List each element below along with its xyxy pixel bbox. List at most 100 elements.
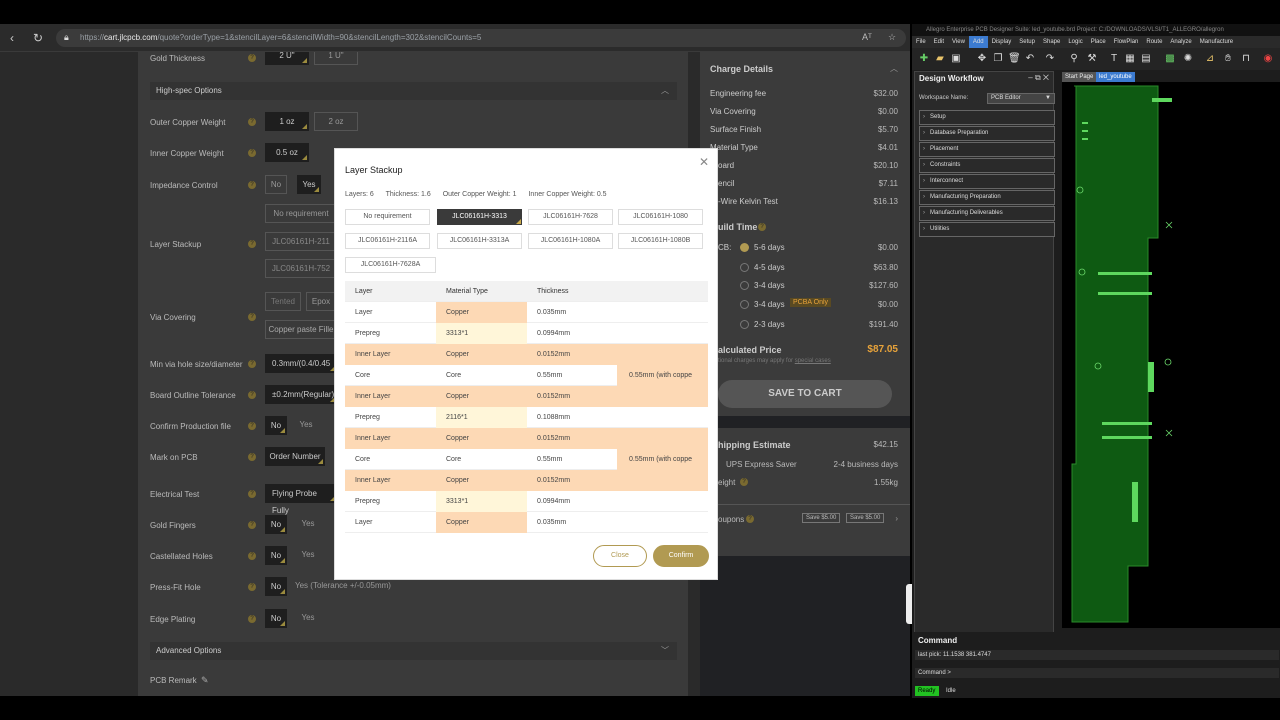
radio[interactable] bbox=[740, 300, 749, 309]
gold-fingers-no[interactable]: No bbox=[265, 515, 287, 534]
workflow-item[interactable]: Interconnect bbox=[919, 174, 1055, 189]
castellated-yes[interactable]: Yes bbox=[295, 546, 321, 565]
radio[interactable] bbox=[740, 263, 749, 272]
route-icon[interactable]: ⚒ bbox=[1086, 53, 1098, 65]
new-icon[interactable]: ✚ bbox=[918, 53, 930, 65]
workflow-item[interactable]: Manufacturing Preparation bbox=[919, 190, 1055, 205]
stackup-option[interactable]: JLC06161H-2116A bbox=[345, 233, 430, 249]
menu-view[interactable]: View bbox=[948, 36, 969, 48]
reader-icon[interactable]: Aᵀ bbox=[862, 32, 872, 42]
menu-route[interactable]: Route bbox=[1142, 36, 1166, 48]
special-cases-link[interactable]: special cases bbox=[795, 358, 831, 364]
menu-edit[interactable]: Edit bbox=[930, 36, 948, 48]
workflow-item[interactable]: Setup bbox=[919, 110, 1055, 125]
workflow-item[interactable]: Utilities bbox=[919, 222, 1055, 237]
stackup-option[interactable]: JLC06161H-1080B bbox=[618, 233, 703, 249]
gear-icon[interactable]: ✺ bbox=[1182, 53, 1194, 65]
move-icon[interactable]: ✥ bbox=[976, 53, 988, 65]
mark-order-number[interactable]: Order Number bbox=[265, 447, 325, 466]
pencil-icon[interactable]: ✎ bbox=[201, 675, 209, 686]
confirm-file-no[interactable]: No bbox=[265, 416, 287, 435]
stackup-option-selected[interactable]: JLC06161H-3313 bbox=[437, 209, 522, 225]
stackup-option[interactable]: JLC06161H-7628 bbox=[528, 209, 613, 225]
back-icon[interactable]: ‹ bbox=[5, 31, 19, 45]
min-via-select[interactable]: 0.3mm/(0.4/0.45 bbox=[265, 354, 337, 373]
copy-icon[interactable]: ❐ bbox=[992, 53, 1004, 65]
press-fit-no[interactable]: No bbox=[265, 577, 287, 596]
help-icon[interactable]: ? bbox=[248, 422, 256, 430]
help-icon[interactable]: ? bbox=[248, 181, 256, 189]
favorite-star-icon[interactable]: ☆ bbox=[888, 32, 896, 43]
delete-icon[interactable]: 🗑︎ bbox=[1008, 53, 1021, 65]
save-icon[interactable]: ▣ bbox=[950, 53, 962, 65]
workflow-item[interactable]: Constraints bbox=[919, 158, 1055, 173]
pi-icon[interactable]: ⊓ bbox=[1240, 53, 1252, 65]
pin-icon[interactable]: ⚲ bbox=[1068, 53, 1080, 65]
help-icon[interactable]: ? bbox=[248, 240, 256, 248]
stackup-value-1[interactable]: JLC06161H-211 bbox=[265, 232, 337, 251]
edge-plating-no[interactable]: No bbox=[265, 609, 287, 628]
coupon-tag[interactable]: Save $5.00 bbox=[802, 513, 841, 523]
undo-icon[interactable]: ↶ bbox=[1024, 53, 1036, 65]
help-icon[interactable]: ? bbox=[248, 118, 256, 126]
text-icon[interactable]: T bbox=[1108, 53, 1120, 65]
workflow-item[interactable]: Manufacturing Deliverables bbox=[919, 206, 1055, 221]
menu-place[interactable]: Place bbox=[1087, 36, 1110, 48]
open-folder-icon[interactable]: ▰ bbox=[934, 53, 946, 65]
help-icon[interactable]: ? bbox=[746, 515, 754, 523]
chevron-up-icon[interactable]: ︿ bbox=[890, 63, 898, 74]
advanced-options-header[interactable]: Advanced Options ﹀ bbox=[150, 642, 677, 660]
stackup-option[interactable]: JLC06161H-3313A bbox=[437, 233, 522, 249]
help-icon[interactable]: ? bbox=[248, 521, 256, 529]
edge-plating-yes[interactable]: Yes bbox=[295, 609, 321, 628]
help-icon[interactable]: ? bbox=[248, 453, 256, 461]
save-to-cart-button[interactable]: SAVE TO CART bbox=[718, 380, 892, 408]
probe-icon[interactable]: ⊿ bbox=[1204, 53, 1216, 65]
menu-setup[interactable]: Setup bbox=[1015, 36, 1039, 48]
help-icon[interactable]: ? bbox=[248, 54, 256, 62]
via-tented[interactable]: Tented bbox=[265, 292, 301, 311]
panel-controls[interactable]: – ⧉ ✕ bbox=[1028, 73, 1049, 83]
menu-flowplan[interactable]: FlowPlan bbox=[1110, 36, 1143, 48]
hand-icon[interactable]: ✋︎ bbox=[1222, 53, 1234, 65]
help-icon[interactable]: ? bbox=[248, 360, 256, 368]
radio[interactable] bbox=[740, 320, 749, 329]
gold-fingers-yes[interactable]: Yes bbox=[295, 515, 321, 534]
castellated-no[interactable]: No bbox=[265, 546, 287, 565]
help-icon[interactable]: ? bbox=[740, 478, 748, 486]
menu-analyze[interactable]: Analyze bbox=[1166, 36, 1195, 48]
menu-file[interactable]: File bbox=[912, 36, 930, 48]
radio[interactable] bbox=[740, 281, 749, 290]
refresh-icon[interactable]: ↻ bbox=[31, 31, 45, 45]
shipping-method[interactable]: UPS Express Saver bbox=[726, 460, 797, 469]
stackup-value-2[interactable]: JLC06161H-752 bbox=[265, 259, 337, 278]
tab-led-youtube[interactable]: led_youtube bbox=[1096, 72, 1135, 82]
workflow-item[interactable]: Database Preparation bbox=[919, 126, 1055, 141]
stackup-option[interactable]: JLC06161H-1080A bbox=[528, 233, 613, 249]
redo-icon[interactable]: ↷ bbox=[1044, 53, 1056, 65]
confirm-button[interactable]: Confirm bbox=[653, 545, 709, 567]
menu-logic[interactable]: Logic bbox=[1064, 36, 1086, 48]
menu-add[interactable]: Add bbox=[968, 36, 988, 48]
via-epoxy[interactable]: Epox bbox=[306, 292, 336, 311]
help-icon[interactable]: ? bbox=[248, 615, 256, 623]
close-button[interactable]: Close bbox=[593, 545, 647, 567]
record-icon[interactable]: ◉ bbox=[1262, 53, 1274, 65]
radio-checked[interactable] bbox=[740, 243, 749, 252]
address-field[interactable]: 🔒︎ https://cart.jlcpcb.com/quote?orderTy… bbox=[56, 29, 906, 47]
stackup-option[interactable]: No requirement bbox=[345, 209, 430, 225]
close-icon[interactable]: ✕ bbox=[699, 155, 709, 169]
menu-display[interactable]: Display bbox=[988, 36, 1016, 48]
command-input[interactable]: Command > bbox=[915, 668, 1279, 678]
impedance-yes[interactable]: Yes bbox=[297, 175, 321, 194]
outer-copper-2oz[interactable]: 2 oz bbox=[314, 112, 358, 131]
workflow-item[interactable]: Placement bbox=[919, 142, 1055, 157]
help-icon[interactable]: ? bbox=[248, 149, 256, 157]
impedance-no[interactable]: No bbox=[265, 175, 287, 194]
help-icon[interactable]: ? bbox=[248, 552, 256, 560]
tab-start-page[interactable]: Start Page bbox=[1062, 72, 1097, 82]
via-copper-paste[interactable]: Copper paste Fille bbox=[265, 320, 337, 339]
menu-manufacture[interactable]: Manufacture bbox=[1196, 36, 1237, 48]
chevron-right-icon[interactable]: › bbox=[895, 514, 898, 523]
pcb-canvas[interactable] bbox=[1062, 82, 1280, 628]
